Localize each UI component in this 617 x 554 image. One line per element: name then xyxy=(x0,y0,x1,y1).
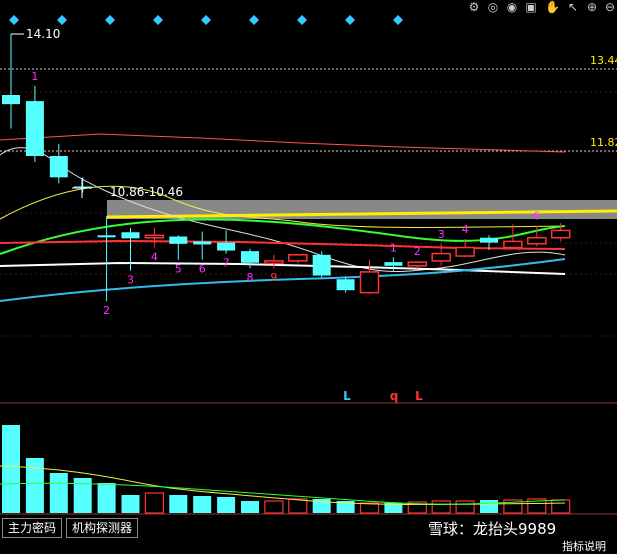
volume-bar xyxy=(49,473,68,513)
candle-body xyxy=(359,271,380,294)
marker-diamond xyxy=(201,15,211,25)
volume-bar xyxy=(169,495,188,513)
volume-bar xyxy=(264,500,284,514)
candle-body xyxy=(241,251,259,263)
signal-label: L xyxy=(343,389,351,403)
candle-count-label: 4 xyxy=(462,223,469,236)
candle-body xyxy=(431,252,451,262)
candle-count-label: 5 xyxy=(175,263,182,276)
candle-count-label: 7 xyxy=(223,257,230,270)
zoom-in-icon[interactable]: ⊕ xyxy=(585,0,599,14)
high-price-label: 14.10 xyxy=(26,27,60,41)
candle-count-label: 6 xyxy=(533,210,540,223)
candle xyxy=(49,143,68,184)
volume-bar xyxy=(2,425,20,513)
candle-body xyxy=(49,156,68,178)
candle xyxy=(2,34,20,129)
tab-institution-detector[interactable]: 机构探测器 xyxy=(66,518,139,538)
cursor-icon[interactable]: ↖ xyxy=(566,0,580,14)
marker-diamond xyxy=(345,15,355,25)
candle-count-label: 3 xyxy=(438,228,445,241)
candle xyxy=(25,85,44,163)
candle xyxy=(169,235,188,260)
volume-bar xyxy=(551,499,571,514)
marker-diamond xyxy=(297,15,307,25)
range-label: 10.86-10.46 xyxy=(110,185,183,199)
candle-body xyxy=(527,236,547,245)
lock-icon[interactable]: ▣ xyxy=(524,0,538,14)
watermark: 雪球：龙抬头9989 xyxy=(428,520,557,538)
candle xyxy=(144,227,165,248)
settings-icon[interactable]: ⚙ xyxy=(467,0,481,14)
volume-bar xyxy=(455,500,475,514)
candle xyxy=(384,257,403,272)
indicator-help-button[interactable]: 指标说明 xyxy=(562,538,606,554)
candle-body xyxy=(97,235,116,238)
candle xyxy=(193,231,212,260)
camera-icon[interactable]: ◎ xyxy=(486,0,500,14)
marker-diamond xyxy=(393,15,403,25)
candle-count-label: 2 xyxy=(414,245,421,258)
tab-main-force[interactable]: 主力密码 xyxy=(2,518,63,538)
candle xyxy=(264,254,284,269)
candle-body xyxy=(288,254,308,262)
candle-count-label: 8 xyxy=(247,271,254,284)
candle xyxy=(312,251,331,278)
candle-count-label: 2 xyxy=(103,304,110,317)
volume-bar xyxy=(431,500,451,514)
volume-bar xyxy=(288,498,308,514)
candle-body xyxy=(384,262,403,266)
candle-body xyxy=(169,236,188,244)
marker-diamond xyxy=(249,15,259,25)
candle-body xyxy=(217,242,236,251)
volume-bar xyxy=(241,501,259,513)
candle-body xyxy=(264,260,284,265)
zoom-out-icon[interactable]: ⊖ xyxy=(603,0,617,14)
marker-diamond xyxy=(57,15,67,25)
candle xyxy=(121,227,140,271)
candlestick-chart[interactable]: 1 2 3 4 5 6 7 8 9 1 2 3 4 6 14.10 10.86-10.46 13.44 11.82… xyxy=(0,0,617,549)
candle-body xyxy=(407,261,428,267)
candle-count-label: 9 xyxy=(270,271,277,284)
volume-bar xyxy=(144,492,164,514)
candle-body xyxy=(455,246,475,257)
marker-diamond xyxy=(105,15,115,25)
candle-body xyxy=(121,232,140,239)
candle-body xyxy=(550,229,571,239)
volume-bar xyxy=(25,458,44,513)
candle-count-label: 3 xyxy=(127,274,134,287)
candle xyxy=(336,276,355,293)
candle-body xyxy=(503,240,523,249)
candle-body xyxy=(480,237,498,243)
marker-diamond xyxy=(9,15,19,25)
candle-count-label: 6 xyxy=(199,263,206,276)
candle-body xyxy=(193,241,212,245)
volume-bar xyxy=(97,483,116,513)
signal-label: q xyxy=(390,389,399,403)
signal-label: L xyxy=(415,389,423,403)
candle-body xyxy=(336,279,355,291)
candle-count-label: 1 xyxy=(31,70,38,83)
hand-icon[interactable]: ✋ xyxy=(545,0,560,14)
ma-red-top xyxy=(0,133,566,153)
volume-bar xyxy=(121,495,140,513)
marker-diamond xyxy=(153,15,163,25)
candle-body xyxy=(2,95,20,105)
candle-count-label: 1 xyxy=(390,241,397,254)
candle-body xyxy=(312,254,331,276)
candle xyxy=(359,259,380,294)
candle-count-label: 4 xyxy=(151,251,158,264)
volume-bar xyxy=(217,497,236,513)
right-price-mid: 11.82 xyxy=(590,136,617,149)
volume-bar xyxy=(193,496,212,513)
volume-bar xyxy=(480,500,498,513)
right-price-top: 13.44 xyxy=(590,54,617,67)
candle-body xyxy=(25,101,44,156)
eye-icon[interactable]: ◉ xyxy=(505,0,519,14)
candle-body xyxy=(144,234,165,239)
candle xyxy=(288,253,308,264)
